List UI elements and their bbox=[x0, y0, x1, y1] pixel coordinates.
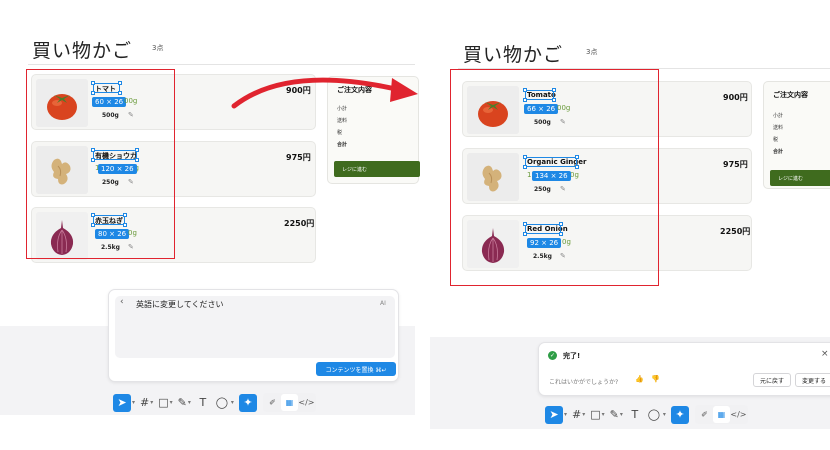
pen-icon[interactable]: ✎ bbox=[178, 394, 187, 412]
replace-content-button[interactable]: コンテンツを置換 ⌘↵ bbox=[316, 362, 396, 376]
item-count: 3点 bbox=[152, 44, 164, 52]
bottom-toolbar: ➤ ▾ # ▾ □ ▾ ✎ ▾ T ◯ ▾ ✦ ✐ ▦ </> bbox=[545, 405, 748, 424]
item-price: 975円 bbox=[286, 153, 311, 162]
frame-icon[interactable]: # bbox=[572, 406, 581, 424]
text-icon[interactable]: T bbox=[196, 394, 210, 412]
code-icon[interactable]: </> bbox=[298, 394, 315, 411]
chevron-down-icon[interactable]: ▾ bbox=[602, 411, 605, 418]
page-title: 買い物かご bbox=[463, 44, 564, 66]
prompt-text[interactable]: 英語に変更してください bbox=[136, 299, 224, 310]
design-mode-icon[interactable]: ▦ bbox=[280, 394, 298, 411]
summary-tax: 税 bbox=[337, 130, 343, 136]
chevron-down-icon[interactable]: ▾ bbox=[170, 399, 173, 406]
item-price: 2250円 bbox=[720, 227, 751, 236]
pointer-icon[interactable]: ➤ bbox=[545, 405, 563, 424]
thumbs-up-icon[interactable]: 👍 bbox=[635, 375, 644, 383]
summary-total: 合計 bbox=[773, 149, 784, 155]
summary-tax: 税 bbox=[773, 137, 779, 143]
chevron-down-icon[interactable]: ▾ bbox=[132, 399, 135, 406]
summary-title: ご注文内容 bbox=[773, 91, 808, 99]
text-icon[interactable]: T bbox=[628, 406, 642, 424]
divider bbox=[28, 64, 415, 65]
rectangle-icon[interactable]: □ bbox=[590, 406, 600, 424]
design-mode-icon[interactable]: ▦ bbox=[712, 406, 730, 423]
keep-button[interactable]: 変更する bbox=[795, 373, 830, 387]
chevron-down-icon[interactable]: ▾ bbox=[150, 399, 153, 406]
pointer-icon[interactable]: ➤ bbox=[113, 393, 131, 412]
sparkle-icon[interactable]: ✦ bbox=[238, 393, 257, 412]
item-count: 3点 bbox=[586, 48, 598, 56]
item-price: 900円 bbox=[723, 93, 748, 102]
transition-arrow-icon bbox=[231, 77, 418, 109]
item-price: 975円 bbox=[723, 160, 748, 169]
frame-icon[interactable]: # bbox=[140, 394, 149, 412]
code-icon[interactable]: </> bbox=[730, 406, 747, 423]
comment-icon[interactable]: ◯ bbox=[214, 394, 230, 412]
back-icon[interactable]: ‹ bbox=[120, 297, 124, 307]
sparkle-icon[interactable]: ✦ bbox=[670, 405, 689, 424]
chevron-down-icon[interactable]: ▾ bbox=[188, 399, 191, 406]
chevron-down-icon[interactable]: ▾ bbox=[620, 411, 623, 418]
order-summary: ご注文内容 小計 送料 税 合計 レジに進む bbox=[763, 81, 830, 189]
thumbs-down-icon[interactable]: 👎 bbox=[651, 375, 660, 383]
summary-shipping: 送料 bbox=[337, 118, 348, 124]
pen-icon[interactable]: ✎ bbox=[610, 406, 619, 424]
summary-subtotal: 小計 bbox=[773, 113, 784, 119]
rectangle-icon[interactable]: □ bbox=[158, 394, 168, 412]
feedback-question: これはいかがでしょうか? bbox=[549, 379, 619, 386]
bottom-toolbar: ➤ ▾ # ▾ □ ▾ ✎ ▾ T ◯ ▾ ✦ ✐ ▦ </> bbox=[113, 393, 316, 412]
page-title: 買い物かご bbox=[32, 40, 133, 62]
summary-shipping: 送料 bbox=[773, 125, 784, 131]
checkout-button[interactable]: レジに進む bbox=[334, 161, 420, 177]
check-icon: ✓ bbox=[548, 351, 557, 360]
ai-badge: AI bbox=[380, 300, 386, 307]
mode-switcher: ✐ ▦ </> bbox=[262, 393, 316, 412]
comment-icon[interactable]: ◯ bbox=[646, 406, 662, 424]
completion-panel: ✓ 完了! × これはいかがでしょうか? 👍 👎 元に戻す 変更する bbox=[538, 342, 830, 396]
done-label: 完了! bbox=[563, 352, 581, 360]
checkout-button[interactable]: レジに進む bbox=[770, 170, 830, 186]
selection-highlight-frame bbox=[450, 69, 659, 286]
ai-prompt-panel: ‹ ‹ 英語に変更してください AI コンテンツを置換 ⌘↵ bbox=[108, 289, 399, 382]
chevron-down-icon[interactable]: ▾ bbox=[582, 411, 585, 418]
revert-button[interactable]: 元に戻す bbox=[753, 373, 791, 387]
pencil-mode-icon[interactable]: ✐ bbox=[264, 394, 281, 411]
close-icon[interactable]: × bbox=[821, 349, 829, 359]
chevron-down-icon[interactable]: ▾ bbox=[564, 411, 567, 418]
pencil-mode-icon[interactable]: ✐ bbox=[696, 406, 713, 423]
chevron-down-icon[interactable]: ▾ bbox=[663, 411, 666, 418]
chevron-down-icon[interactable]: ▾ bbox=[231, 399, 234, 406]
after-panel: 買い物かご 3点 900円 975円 2250円 Tomato 66 × 26 … bbox=[430, 0, 830, 450]
summary-total: 合計 bbox=[337, 142, 348, 148]
item-price: 2250円 bbox=[284, 219, 315, 228]
before-panel: 買い物かご 3点 900円 975円 2250円 トマト 60 × 26 00g… bbox=[0, 0, 420, 450]
selection-highlight-frame bbox=[26, 69, 175, 259]
mode-switcher: ✐ ▦ </> bbox=[694, 405, 748, 424]
